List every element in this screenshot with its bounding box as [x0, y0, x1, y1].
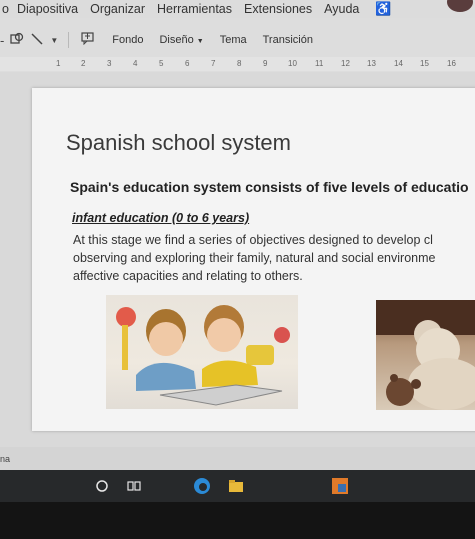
monitor-bezel: [0, 502, 475, 539]
body-line[interactable]: affective capacities and relating to oth…: [73, 269, 303, 283]
ruler-tick: 6: [185, 59, 190, 68]
menu-item-arrange[interactable]: Organizar: [90, 2, 145, 16]
menu-item-partial[interactable]: o: [2, 2, 9, 16]
line-icon[interactable]: [30, 32, 44, 49]
ruler-tick: 10: [288, 59, 297, 68]
toolbar: - ▼ Fondo Diseño ▼ Tema Transición: [0, 28, 475, 52]
task-view-icon[interactable]: [124, 476, 144, 496]
slide[interactable]: Spanish school system Spain's education …: [32, 88, 475, 431]
slide-subtitle[interactable]: Spain's education system consists of fiv…: [70, 179, 469, 195]
slide-title[interactable]: Spanish school system: [66, 130, 291, 156]
menu-bar: o Diapositiva Organizar Herramientas Ext…: [0, 0, 475, 18]
section-heading[interactable]: infant education (0 to 6 years): [72, 211, 249, 225]
ruler-tick: 15: [420, 59, 429, 68]
theme-button[interactable]: Tema: [220, 34, 247, 46]
screen: o Diapositiva Organizar Herramientas Ext…: [0, 0, 475, 470]
menu-item-tools[interactable]: Herramientas: [157, 2, 232, 16]
ruler-tick: 8: [237, 59, 242, 68]
ruler-tick: 5: [159, 59, 164, 68]
design-button[interactable]: Diseño ▼: [159, 34, 203, 46]
ruler-tick: 7: [211, 59, 216, 68]
ruler-tick: 4: [133, 59, 138, 68]
chevron-down-icon[interactable]: ▼: [50, 36, 58, 45]
teddy-bear-photo[interactable]: [376, 300, 475, 410]
avatar[interactable]: [447, 0, 473, 12]
body-line[interactable]: At this stage we find a series of object…: [73, 233, 433, 247]
ruler-tick: 1: [56, 59, 61, 68]
transition-button[interactable]: Transición: [263, 34, 313, 46]
search-circle-icon[interactable]: [92, 476, 112, 496]
background-button[interactable]: Fondo: [112, 34, 143, 46]
ruler-tick: 12: [341, 59, 350, 68]
ruler-tick: 11: [315, 59, 324, 68]
shape-icon[interactable]: [10, 32, 24, 49]
taskbar: [0, 470, 475, 502]
menu-item-help[interactable]: Ayuda: [324, 2, 359, 16]
menu-item-extensions[interactable]: Extensiones: [244, 2, 312, 16]
body-line[interactable]: observing and exploring their family, na…: [73, 251, 435, 265]
comment-icon[interactable]: [81, 32, 94, 48]
ruler-tick: 2: [81, 59, 86, 68]
design-label: Diseño: [159, 34, 194, 46]
children-reading-photo[interactable]: [106, 295, 298, 409]
file-explorer-icon[interactable]: [226, 476, 246, 496]
ruler-tick: 16: [447, 59, 456, 68]
chevron-down-icon: ▼: [196, 38, 204, 45]
status-text: na: [0, 454, 11, 464]
toolbar-divider: [68, 32, 70, 48]
ruler-tick: 9: [263, 59, 268, 68]
ruler-tick: 3: [107, 59, 112, 68]
app-icon[interactable]: [330, 476, 350, 496]
menu-item-slide[interactable]: Diapositiva: [17, 2, 78, 16]
ruler-tick: 14: [394, 59, 403, 68]
ruler: 1 2 3 4 5 6 7 8 9 10 11 12 13 14 15 16: [0, 57, 475, 71]
ruler-tick: 13: [367, 59, 376, 68]
minus-icon[interactable]: -: [0, 33, 4, 48]
status-strip: na: [0, 447, 475, 470]
edge-browser-icon[interactable]: [192, 476, 212, 496]
accessibility-icon[interactable]: ♿: [375, 1, 391, 17]
